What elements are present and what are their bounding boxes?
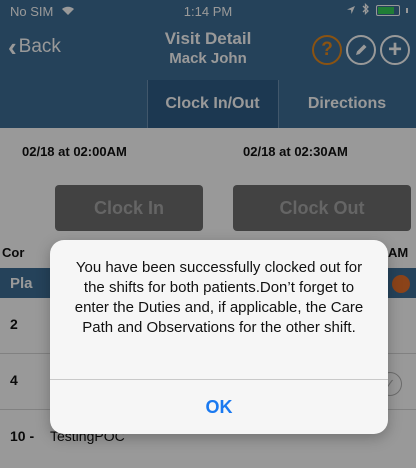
alert-dialog: You have been successfully clocked out f… [50,240,388,434]
alert-message: You have been successfully clocked out f… [74,259,364,336]
ok-button[interactable]: OK [50,380,388,434]
